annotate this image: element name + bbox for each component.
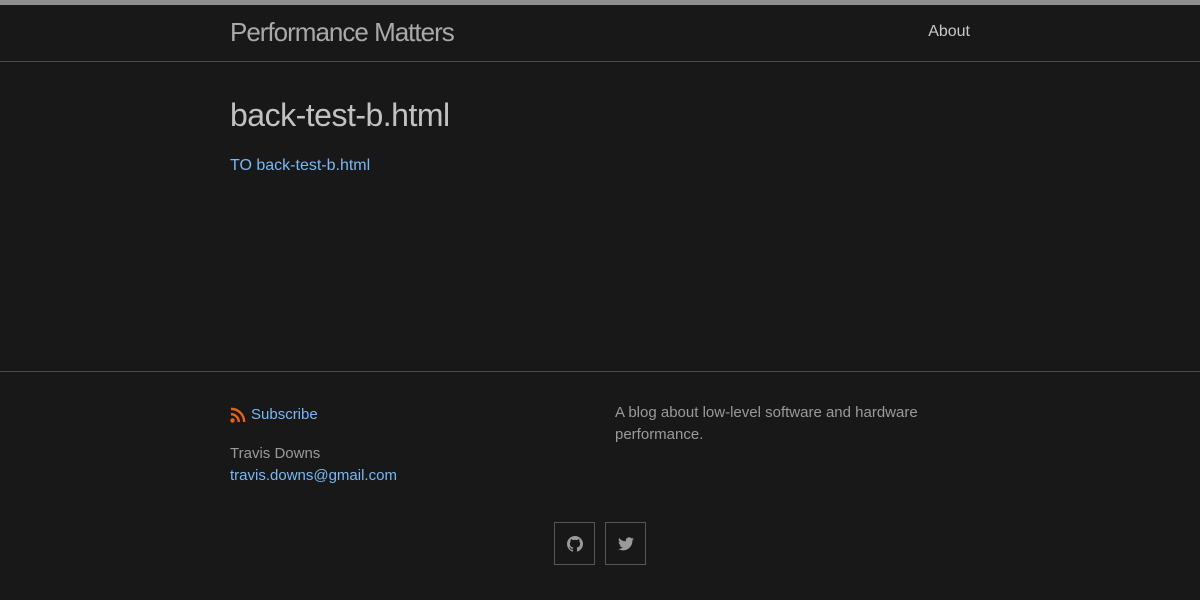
subscribe-link[interactable]: Subscribe: [230, 406, 318, 423]
post-body-link[interactable]: TO back-test-b.html: [230, 157, 370, 175]
twitter-icon: [617, 536, 634, 551]
author-email-link[interactable]: travis.downs@gmail.com: [230, 467, 397, 484]
main-content: back-test-b.html TO back-test-b.html: [0, 62, 1200, 371]
github-icon: [566, 535, 583, 552]
author-name: Travis Downs: [230, 445, 321, 462]
github-button[interactable]: [554, 522, 595, 565]
nav-about-link[interactable]: About: [928, 23, 970, 41]
subscribe-label: Subscribe: [251, 406, 318, 423]
site-description: A blog about low-level software and hard…: [615, 404, 918, 443]
social-links: [554, 522, 646, 565]
post-title: back-test-b.html: [230, 97, 450, 133]
rss-icon: [230, 407, 246, 423]
site-title-link[interactable]: Performance Matters: [230, 17, 455, 48]
site-header: Performance Matters About: [0, 5, 1200, 62]
site-footer: Subscribe Travis Downs travis.downs@gmai…: [0, 371, 1200, 600]
twitter-button[interactable]: [605, 522, 646, 565]
